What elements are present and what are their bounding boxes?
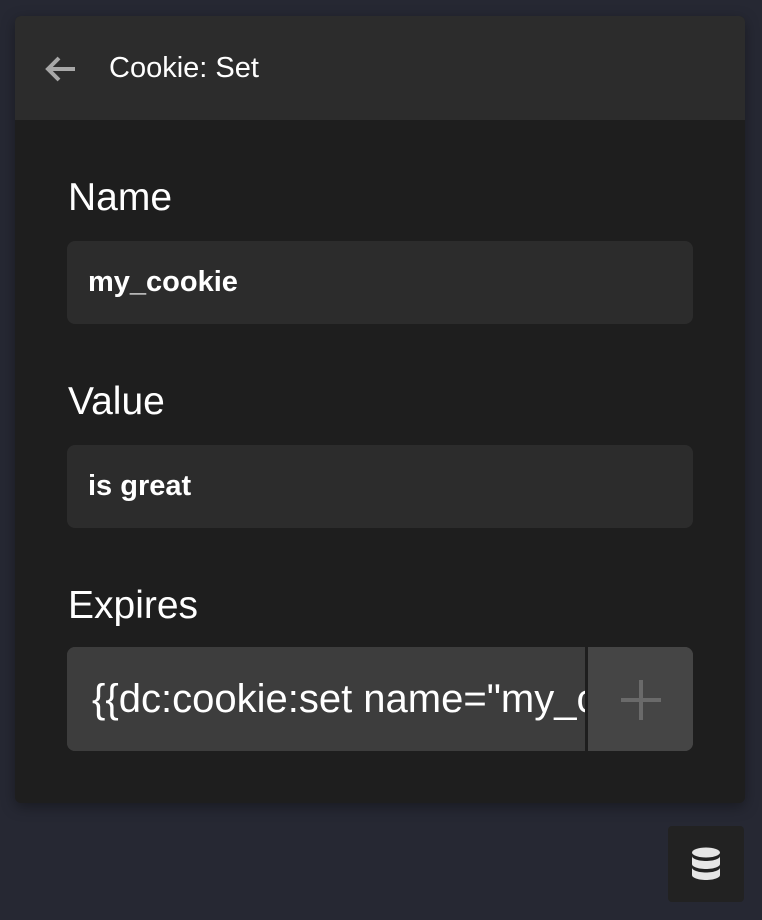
- page-title: Cookie: Set: [109, 52, 259, 84]
- name-input[interactable]: [67, 241, 693, 324]
- value-label: Value: [68, 380, 165, 423]
- value-input[interactable]: [67, 445, 693, 528]
- plus-icon: [621, 680, 661, 720]
- database-button[interactable]: [668, 826, 744, 902]
- arrow-left-icon: [45, 56, 75, 82]
- cookie-set-panel: Cookie: Set Name Value Expires: [15, 16, 745, 803]
- back-button[interactable]: [41, 50, 81, 90]
- panel-header: Cookie: Set: [15, 16, 745, 120]
- database-icon: [692, 847, 720, 880]
- add-expression-button[interactable]: [588, 647, 693, 751]
- expires-input[interactable]: [67, 647, 585, 751]
- expires-field-group: [67, 647, 693, 751]
- expires-label: Expires: [68, 584, 199, 627]
- name-label: Name: [68, 176, 173, 219]
